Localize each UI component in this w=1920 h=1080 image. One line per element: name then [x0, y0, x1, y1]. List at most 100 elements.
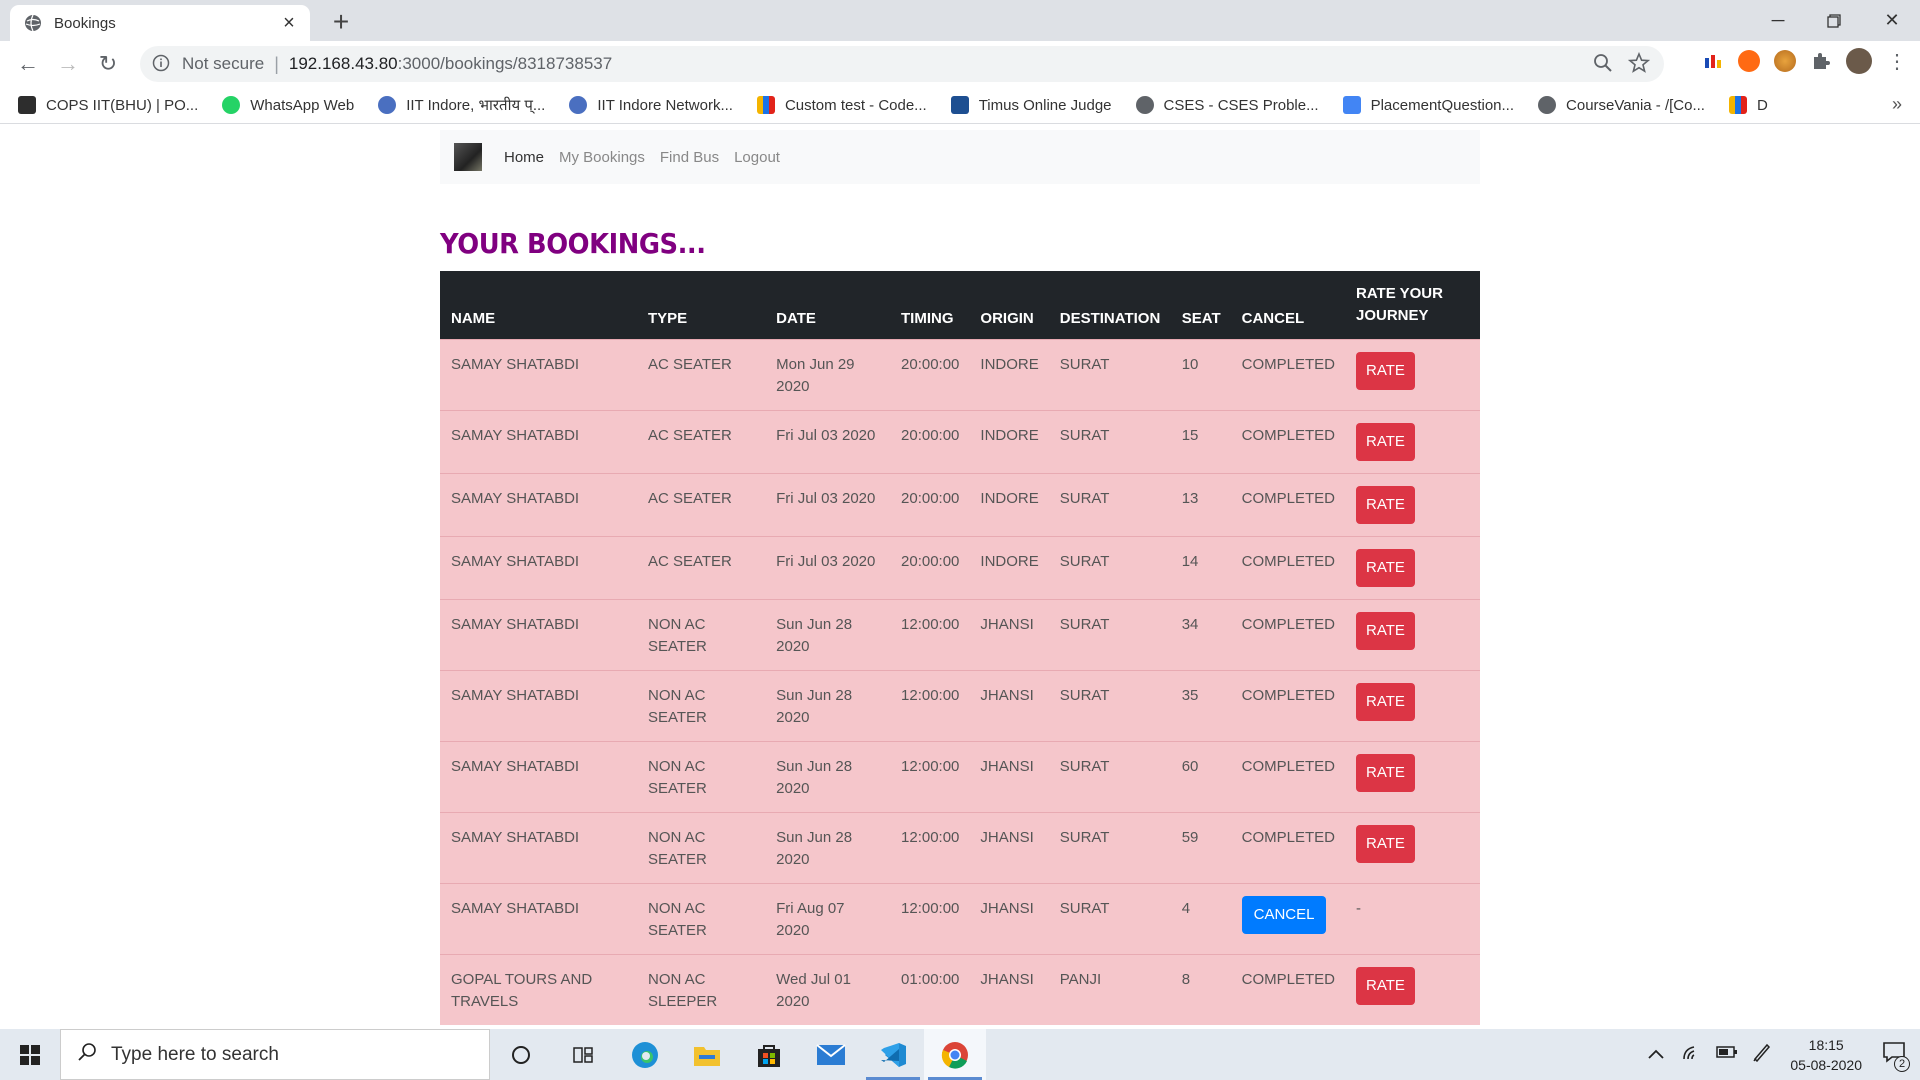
store-icon[interactable]	[738, 1029, 800, 1080]
rate-button[interactable]: RATE	[1355, 682, 1415, 721]
cancel-button[interactable]: CANCEL	[1241, 895, 1327, 934]
edge-icon[interactable]	[614, 1029, 676, 1080]
cell-type: NON AC SEATER	[647, 757, 707, 797]
bookmark-star-icon[interactable]	[1627, 51, 1651, 79]
cell-date: Mon Jun 29 2020	[776, 355, 855, 395]
cell-type: NON AC SEATER	[647, 686, 707, 726]
cell-name: SAMAY SHATABDI	[451, 489, 580, 507]
rate-button[interactable]: RATE	[1355, 966, 1415, 1005]
wifi-icon[interactable]	[1682, 1043, 1702, 1066]
cell-rate: RATE	[1345, 536, 1480, 599]
cell-destination: SURAT	[1059, 552, 1110, 570]
search-placeholder: Type here to search	[111, 1043, 279, 1065]
extension-cookie-icon[interactable]	[1774, 50, 1796, 72]
file-explorer-icon[interactable]	[676, 1029, 738, 1080]
bookmark-item[interactable]: Timus Online Judge	[950, 96, 1112, 114]
rate-button[interactable]: RATE	[1355, 422, 1415, 461]
cell-name: SAMAY SHATABDI	[451, 355, 580, 373]
reload-icon[interactable]: ↻	[88, 44, 128, 84]
taskbar-search[interactable]: Type here to search	[60, 1029, 490, 1080]
site-navbar: Home My Bookings Find Bus Logout	[440, 130, 1480, 184]
task-view-icon[interactable]	[552, 1029, 614, 1080]
minimize-icon[interactable]: ─	[1750, 0, 1806, 41]
cell-date: Fri Aug 07 2020	[776, 899, 845, 939]
bookmark-item[interactable]: CSES - CSES Proble...	[1135, 96, 1319, 114]
cell-timing: 12:00:00	[901, 828, 960, 846]
cell-timing: 20:00:00	[901, 552, 960, 570]
chrome-icon[interactable]	[924, 1029, 986, 1080]
extensions-puzzle-icon[interactable]	[1810, 50, 1832, 72]
bookmark-item[interactable]: IIT Indore Network...	[569, 96, 733, 114]
notification-icon[interactable]: 2	[1882, 1041, 1910, 1072]
cell-rate: RATE	[1345, 741, 1480, 812]
rate-button[interactable]: RATE	[1355, 485, 1415, 524]
cell-type: AC SEATER	[647, 355, 732, 373]
cell-timing: 20:00:00	[901, 355, 960, 373]
nav-my-bookings[interactable]: My Bookings	[559, 149, 645, 166]
cell-destination: SURAT	[1059, 615, 1110, 633]
notification-count: 2	[1894, 1056, 1910, 1072]
cell-timing: 20:00:00	[901, 426, 960, 444]
pen-icon[interactable]	[1752, 1042, 1772, 1067]
cell-rate: RATE	[1345, 812, 1480, 883]
extension-bar-icon[interactable]	[1702, 50, 1724, 72]
cell-origin: JHANSI	[980, 615, 1034, 633]
bookmarks-overflow-icon[interactable]: »	[1892, 94, 1902, 115]
cell-seat: 35	[1181, 686, 1199, 704]
cell-timing: 12:00:00	[901, 757, 960, 775]
cops-icon	[18, 96, 36, 114]
cell-seat: 60	[1181, 757, 1199, 775]
bookmark-item[interactable]: IIT Indore, भारतीय प्...	[378, 95, 545, 115]
vscode-icon[interactable]	[862, 1029, 924, 1080]
bookmark-item[interactable]: COPS IIT(BHU) | PO...	[18, 96, 198, 114]
rate-button[interactable]: RATE	[1355, 824, 1415, 863]
rate-button[interactable]: RATE	[1355, 753, 1415, 792]
table-row: SAMAY SHATABDI NON AC SEATER Sun Jun 28 20…	[440, 599, 1480, 670]
table-row: SAMAY SHATABDI NON AC SEATER Fri Aug 07 20…	[440, 883, 1480, 954]
profile-avatar[interactable]	[1846, 48, 1872, 74]
bookmark-item[interactable]: Custom test - Code...	[756, 96, 927, 114]
forward-icon[interactable]: →	[48, 44, 88, 84]
brand-logo[interactable]	[454, 143, 482, 171]
zoom-icon[interactable]	[1592, 52, 1614, 79]
extension-orange-icon[interactable]	[1738, 50, 1760, 72]
rate-button[interactable]: RATE	[1355, 548, 1415, 587]
windows-taskbar: Type here to search 18:15 05-08-2020 2	[0, 1029, 1920, 1080]
chevron-up-icon[interactable]	[1648, 1046, 1665, 1064]
new-tab-button[interactable]: +	[326, 8, 356, 38]
taskbar-clock[interactable]: 18:15 05-08-2020	[1790, 1035, 1862, 1075]
tab-bookings[interactable]: Bookings ×	[10, 5, 310, 41]
back-icon[interactable]: ←	[8, 44, 48, 84]
battery-icon[interactable]	[1716, 1045, 1738, 1064]
cell-date: Fri Jul 03 2020	[776, 426, 876, 444]
header-name: NAME	[451, 309, 496, 327]
bookmark-item[interactable]: D	[1728, 96, 1768, 114]
rate-button[interactable]: RATE	[1355, 611, 1415, 650]
table-row: SAMAY SHATABDI AC SEATER Mon Jun 29 2020 20…	[440, 339, 1480, 410]
bookmark-item[interactable]: CourseVania - /[Co...	[1538, 96, 1705, 114]
cortana-icon[interactable]	[490, 1029, 552, 1080]
search-icon	[77, 1042, 97, 1068]
rate-button[interactable]: RATE	[1355, 351, 1415, 390]
cell-destination: SURAT	[1059, 426, 1110, 444]
menu-icon[interactable]: ⋮	[1886, 50, 1908, 73]
windows-start-icon[interactable]	[0, 1029, 60, 1080]
header-type: TYPE	[647, 309, 688, 327]
iit-indore-icon	[378, 96, 397, 114]
nav-find-bus[interactable]: Find Bus	[660, 149, 719, 166]
cell-name: SAMAY SHATABDI	[451, 757, 580, 775]
info-icon[interactable]	[152, 54, 172, 74]
mail-icon[interactable]	[800, 1029, 862, 1080]
cell-origin: INDORE	[980, 552, 1039, 570]
bookmark-item[interactable]: WhatsApp Web	[222, 96, 354, 114]
tab-close-icon[interactable]: ×	[278, 12, 300, 34]
maximize-icon[interactable]	[1806, 0, 1862, 41]
cell-destination: SURAT	[1059, 686, 1110, 704]
address-bar[interactable]: Not secure | 192.168.43.80 :3000/booking…	[140, 46, 1664, 82]
cell-origin: JHANSI	[980, 686, 1034, 704]
tab-title: Bookings	[54, 14, 116, 32]
close-window-icon[interactable]: ✕	[1864, 0, 1920, 41]
nav-home[interactable]: Home	[504, 149, 544, 166]
nav-logout[interactable]: Logout	[734, 149, 780, 166]
bookmark-item[interactable]: PlacementQuestion...	[1342, 96, 1514, 114]
